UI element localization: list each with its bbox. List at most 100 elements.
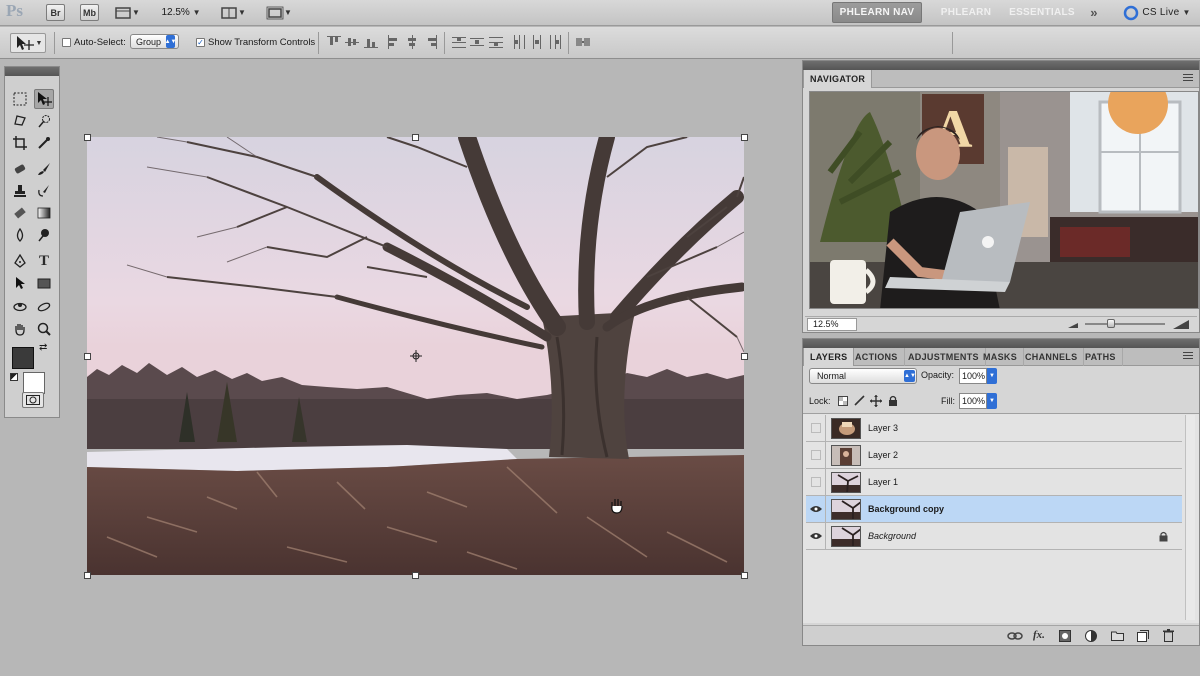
3d-orbit-tool[interactable] <box>34 297 54 317</box>
tab-navigator[interactable]: NAVIGATOR <box>803 70 873 88</box>
foreground-color-swatch[interactable] <box>12 347 34 369</box>
auto-align-layers-icon[interactable] <box>576 35 590 49</box>
tab-paths[interactable]: PATHS <box>1079 348 1123 366</box>
workspace-phlearn-nav[interactable]: PHLEARN NAV <box>832 2 922 23</box>
screen-mode-button[interactable]: ▼ <box>262 4 296 21</box>
layer-row-layer-1[interactable]: Layer 1 <box>806 469 1182 496</box>
distribute-horizontal-centers-icon[interactable] <box>530 35 544 49</box>
align-horizontal-centers-icon[interactable] <box>405 35 419 49</box>
opacity-dropdown-icon[interactable]: ▼ <box>987 368 997 384</box>
align-vertical-centers-icon[interactable] <box>345 35 359 49</box>
zoom-slider-track[interactable] <box>1085 323 1165 325</box>
swap-colors-icon[interactable]: ⇄ <box>39 342 47 353</box>
workspace-essentials[interactable]: ESSENTIALS <box>1004 2 1080 23</box>
layer-row-background-copy[interactable]: Background copy <box>806 496 1182 523</box>
transform-handle-top[interactable] <box>412 134 419 141</box>
background-color-swatch[interactable] <box>23 372 45 394</box>
distribute-left-edges-icon[interactable] <box>512 35 526 49</box>
auto-select-target-select[interactable]: Group ▲▼ <box>130 34 180 49</box>
path-selection-tool[interactable] <box>10 273 30 293</box>
opacity-field[interactable]: 100% <box>959 368 987 384</box>
distribute-bottom-edges-icon[interactable] <box>489 35 503 49</box>
transform-handle-right[interactable] <box>741 353 748 360</box>
type-tool[interactable]: T <box>34 251 54 271</box>
distribute-right-edges-icon[interactable] <box>548 35 562 49</box>
new-group-icon[interactable] <box>1111 630 1124 641</box>
dodge-tool[interactable] <box>34 225 54 245</box>
brush-tool[interactable] <box>34 159 54 179</box>
default-colors-icon[interactable] <box>10 373 18 381</box>
zoom-tool[interactable] <box>34 319 54 339</box>
layer-style-icon[interactable]: fx. <box>1033 629 1045 641</box>
document-canvas[interactable] <box>87 137 744 575</box>
layer-visibility-toggle[interactable] <box>806 469 826 495</box>
tab-masks[interactable]: MASKS <box>977 348 1025 366</box>
workspace-phlearn[interactable]: PHLEARN <box>934 2 998 23</box>
zoom-out-icon[interactable] <box>1067 320 1079 329</box>
lock-transparent-pixels-icon[interactable] <box>838 396 848 406</box>
new-layer-icon[interactable] <box>1137 630 1149 642</box>
layer-visibility-toggle[interactable] <box>806 442 826 468</box>
tab-adjustments[interactable]: ADJUSTMENTS <box>902 348 986 366</box>
layer-row-layer-3[interactable]: Layer 3 <box>806 415 1182 442</box>
lasso-tool[interactable] <box>10 111 30 131</box>
new-adjustment-layer-icon[interactable] <box>1085 630 1097 642</box>
layer-visibility-toggle[interactable] <box>806 415 826 441</box>
lock-position-icon[interactable] <box>870 395 882 407</box>
blur-tool[interactable] <box>10 225 30 245</box>
auto-select-checkbox[interactable]: Auto-Select: <box>62 37 126 48</box>
distribute-top-edges-icon[interactable] <box>452 35 466 49</box>
layer-visibility-toggle[interactable] <box>806 523 826 549</box>
eraser-tool[interactable] <box>10 203 30 223</box>
align-top-edges-icon[interactable] <box>327 35 341 49</box>
tab-actions[interactable]: ACTIONS <box>849 348 905 366</box>
link-layers-icon[interactable] <box>1007 631 1023 641</box>
history-brush-tool[interactable] <box>34 181 54 201</box>
distribute-vertical-centers-icon[interactable] <box>470 35 484 49</box>
layers-titlebar[interactable] <box>803 339 1199 348</box>
crop-tool[interactable] <box>10 133 30 153</box>
layers-scrollbar[interactable] <box>1185 415 1195 620</box>
gradient-tool[interactable] <box>34 203 54 223</box>
navigator-preview[interactable]: A <box>809 91 1199 309</box>
panel-menu-icon[interactable] <box>1183 74 1193 83</box>
navigator-zoom-field[interactable]: 12.5% <box>807 318 857 331</box>
rectangle-tool[interactable] <box>34 273 54 293</box>
align-left-edges-icon[interactable] <box>387 35 401 49</box>
transform-handle-left[interactable] <box>84 353 91 360</box>
move-tool[interactable] <box>34 89 54 109</box>
lock-all-icon[interactable] <box>888 395 898 407</box>
zoom-slider-thumb[interactable] <box>1107 319 1115 328</box>
more-workspaces-button[interactable]: » <box>1084 2 1104 23</box>
bridge-button[interactable]: Br <box>46 4 65 21</box>
transform-handle-bottom-left[interactable] <box>84 572 91 579</box>
healing-brush-tool[interactable] <box>10 159 30 179</box>
quick-selection-tool[interactable] <box>34 111 54 131</box>
cs-live-button[interactable]: CS Live ▼ <box>1122 2 1192 23</box>
eyedropper-tool[interactable] <box>34 133 54 153</box>
lock-image-pixels-icon[interactable] <box>854 395 865 406</box>
arrange-documents-button[interactable]: ▼ <box>216 4 250 21</box>
layer-row-background[interactable]: Background <box>806 523 1182 550</box>
transform-handle-top-left[interactable] <box>84 134 91 141</box>
view-extras-button[interactable]: ▼ <box>112 4 142 21</box>
mini-bridge-button[interactable]: Mb <box>80 4 99 21</box>
transform-handle-top-right[interactable] <box>741 134 748 141</box>
tools-panel-titlebar[interactable] <box>5 67 59 76</box>
tool-preset-picker[interactable]: ▼ <box>10 33 46 53</box>
fill-field[interactable]: 100% <box>959 393 987 409</box>
show-transform-controls-checkbox[interactable]: ✓ Show Transform Controls <box>196 37 315 48</box>
transform-handle-bottom[interactable] <box>412 572 419 579</box>
transform-handle-bottom-right[interactable] <box>741 572 748 579</box>
hand-tool[interactable] <box>10 319 30 339</box>
layer-row-layer-2[interactable]: Layer 2 <box>806 442 1182 469</box>
blend-mode-select[interactable]: Normal ▲▼ <box>809 368 917 384</box>
marquee-tool[interactable] <box>10 89 30 109</box>
tab-channels[interactable]: CHANNELS <box>1019 348 1085 366</box>
add-layer-mask-icon[interactable] <box>1059 630 1071 642</box>
delete-layer-icon[interactable] <box>1163 629 1174 642</box>
align-right-edges-icon[interactable] <box>424 35 438 49</box>
layers-panel-menu-icon[interactable] <box>1183 352 1193 361</box>
clone-stamp-tool[interactable] <box>10 181 30 201</box>
transform-reference-point-icon[interactable] <box>410 350 422 362</box>
